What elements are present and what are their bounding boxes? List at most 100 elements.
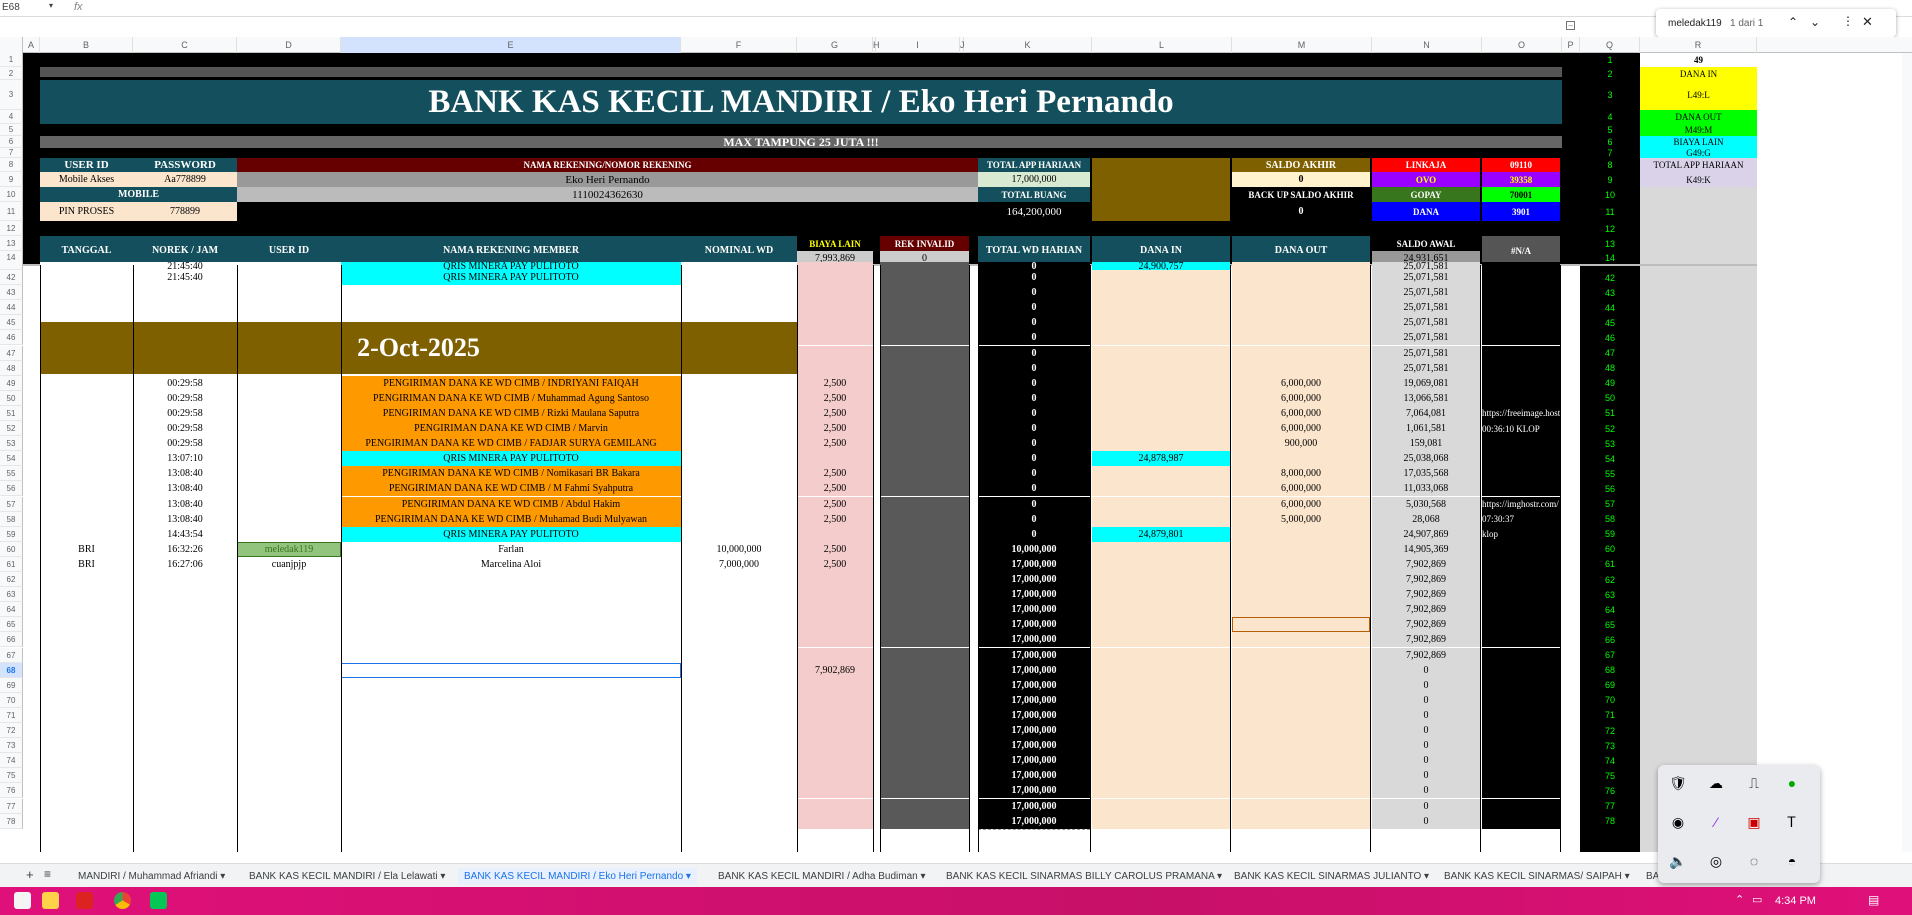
shield-icon[interactable]: 🛡 — [1668, 773, 1688, 793]
column-header-Q[interactable]: Q — [1580, 37, 1640, 53]
saldo-cell[interactable]: 25,071,581 — [1372, 346, 1480, 361]
saldo-cell[interactable]: 24,907,869 — [1372, 527, 1480, 542]
row-header[interactable]: 67 — [0, 647, 23, 663]
start-icon[interactable] — [14, 892, 31, 909]
total-wd-cell[interactable]: 0 — [978, 421, 1090, 436]
dana-out-cell[interactable]: 900,000 — [1232, 436, 1370, 451]
column-header-P[interactable]: P — [1562, 37, 1580, 53]
norek-jam-cell[interactable]: 00:29:58 — [133, 421, 237, 436]
chevron-up-icon[interactable]: ⌃ — [1735, 893, 1744, 906]
total-wd-cell[interactable]: 17,000,000 — [978, 678, 1090, 693]
row-header[interactable]: 42 — [0, 270, 23, 286]
sheet-tab[interactable]: BANK KAS KECIL MANDIRI / Eko Heri Pernan… — [458, 868, 697, 885]
saldo-cell[interactable]: 0 — [1372, 723, 1480, 738]
saldo-cell[interactable]: 25,071,581 — [1372, 300, 1480, 315]
row-header[interactable]: 73 — [0, 738, 23, 754]
row-header[interactable]: 52 — [0, 421, 23, 437]
total-wd-cell[interactable]: 17,000,000 — [978, 768, 1090, 783]
network-icon[interactable]: ▭ — [1752, 893, 1762, 906]
dana-out-cell[interactable]: 6,000,000 — [1232, 376, 1370, 391]
saldo-cell[interactable]: 11,033,068 — [1372, 481, 1480, 496]
biaya-cell[interactable]: 2,500 — [797, 481, 873, 496]
total-wd-cell[interactable]: 0 — [978, 346, 1090, 361]
column-header-C[interactable]: C — [133, 37, 237, 53]
nama-member-cell[interactable]: PENGIRIMAN DANA KE WD CIMB / Muhammad Ag… — [341, 390, 681, 406]
o-note-cell[interactable]: 07:30:37 — [1482, 512, 1560, 527]
norek-jam-cell[interactable]: 14:43:54 — [133, 527, 237, 542]
file-explorer-icon[interactable] — [42, 892, 59, 909]
nama-member-cell[interactable]: Marcelina Aloi — [341, 557, 681, 572]
norek-jam-cell[interactable]: 16:27:06 — [133, 557, 237, 572]
sheet-tab[interactable]: MANDIRI / Muhammad Afriandi ▾ — [78, 868, 225, 885]
saldo-cell[interactable]: 5,030,568 — [1372, 497, 1480, 512]
row-header[interactable]: 12 — [0, 221, 23, 236]
total-wd-cell[interactable]: 0 — [978, 315, 1090, 330]
total-wd-cell[interactable]: 17,000,000 — [978, 587, 1090, 602]
total-wd-cell[interactable]: 0 — [978, 285, 1090, 300]
o-note-cell[interactable]: 00:36:10 KLOP — [1482, 421, 1560, 436]
nama-member-cell[interactable]: PENGIRIMAN DANA KE WD CIMB / Marvin — [341, 421, 681, 437]
saldo-cell[interactable]: 7,902,869 — [1372, 602, 1480, 617]
column-header-O[interactable]: O — [1482, 37, 1562, 53]
total-wd-cell[interactable]: 17,000,000 — [978, 572, 1090, 587]
column-header-L[interactable]: L — [1092, 37, 1232, 53]
total-wd-cell[interactable]: 17,000,000 — [978, 738, 1090, 753]
chevron-down-icon[interactable]: ⌄ — [1810, 15, 1820, 29]
o-note-cell[interactable]: https://freeimage.host — [1482, 406, 1560, 421]
dana-in-cell[interactable]: 24,900,757 — [1092, 262, 1230, 270]
saldo-cell[interactable]: 13,066,581 — [1372, 391, 1480, 406]
tanggal-cell[interactable]: BRI — [40, 557, 133, 572]
row-header[interactable]: 64 — [0, 602, 23, 618]
biaya-cell[interactable]: 2,500 — [797, 542, 873, 557]
row-header[interactable]: 78 — [0, 813, 23, 829]
saldo-cell[interactable]: 28,068 — [1372, 512, 1480, 527]
total-wd-cell[interactable]: 17,000,000 — [978, 632, 1090, 647]
norek-jam-cell[interactable]: 13:08:40 — [133, 481, 237, 496]
total-wd-cell[interactable]: 17,000,000 — [978, 648, 1090, 663]
close-icon[interactable]: ✕ — [1862, 14, 1873, 30]
sheet-tab[interactable]: BANK KAS KECIL SINARMAS/ SAIPAH ▾ — [1444, 868, 1630, 885]
norek-jam-cell[interactable]: 21:45:40 — [133, 262, 237, 270]
row-header[interactable]: 3 — [0, 80, 23, 110]
column-header-E[interactable]: E — [341, 37, 681, 53]
norek-jam-cell[interactable]: 13:08:40 — [133, 512, 237, 527]
row-header[interactable]: 44 — [0, 300, 23, 316]
saldo-cell[interactable]: 0 — [1372, 693, 1480, 708]
row-header[interactable]: 66 — [0, 632, 23, 648]
row-header[interactable]: 46 — [0, 330, 23, 346]
row-header[interactable]: 75 — [0, 768, 23, 784]
total-wd-cell[interactable]: 17,000,000 — [978, 799, 1090, 814]
all-sheets-icon[interactable]: ≡ — [44, 866, 51, 883]
total-wd-cell[interactable]: 17,000,000 — [978, 708, 1090, 723]
line-icon[interactable] — [150, 892, 167, 909]
norek-jam-cell[interactable]: 16:32:26 — [133, 542, 237, 557]
total-wd-cell[interactable]: 0 — [978, 376, 1090, 391]
notification-icon[interactable]: ▤ — [1868, 893, 1879, 907]
row-header[interactable]: 13 — [0, 236, 23, 251]
saldo-cell[interactable]: 17,035,568 — [1372, 466, 1480, 481]
biaya-cell[interactable]: 2,500 — [797, 466, 873, 481]
total-wd-cell[interactable]: 0 — [978, 270, 1090, 285]
dana-out-cell[interactable]: 8,000,000 — [1232, 466, 1370, 481]
row-header[interactable]: 56 — [0, 481, 23, 497]
user-id-cell[interactable]: cuanjpjp — [237, 557, 341, 572]
saldo-cell[interactable]: 7,064,081 — [1372, 406, 1480, 421]
dana-out-cell[interactable]: 6,000,000 — [1232, 481, 1370, 496]
nama-member-cell[interactable]: PENGIRIMAN DANA KE WD CIMB / FADJAR SURY… — [341, 436, 681, 452]
norek-jam-cell[interactable]: 00:29:58 — [133, 391, 237, 406]
chevron-down-icon[interactable]: ▾ — [49, 1, 53, 10]
row-header[interactable]: 4 — [0, 110, 23, 124]
total-wd-cell[interactable]: 0 — [978, 391, 1090, 406]
dana-out-cell[interactable]: 6,000,000 — [1232, 406, 1370, 421]
discord-icon[interactable]: ◓ — [1782, 851, 1802, 871]
row-header[interactable]: 65 — [0, 617, 23, 633]
biaya-cell[interactable]: 2,500 — [797, 406, 873, 421]
row-header[interactable]: 8 — [0, 158, 23, 172]
total-wd-cell[interactable]: 0 — [978, 527, 1090, 542]
total-wd-cell[interactable]: 10,000,000 — [978, 542, 1090, 557]
dana-out-cell[interactable]: 6,000,000 — [1232, 391, 1370, 406]
row-header[interactable]: 71 — [0, 707, 23, 723]
highlight-cell[interactable] — [1232, 617, 1370, 633]
biaya-cell[interactable]: 7,902,869 — [797, 663, 873, 678]
row-header[interactable]: 7 — [0, 148, 23, 158]
